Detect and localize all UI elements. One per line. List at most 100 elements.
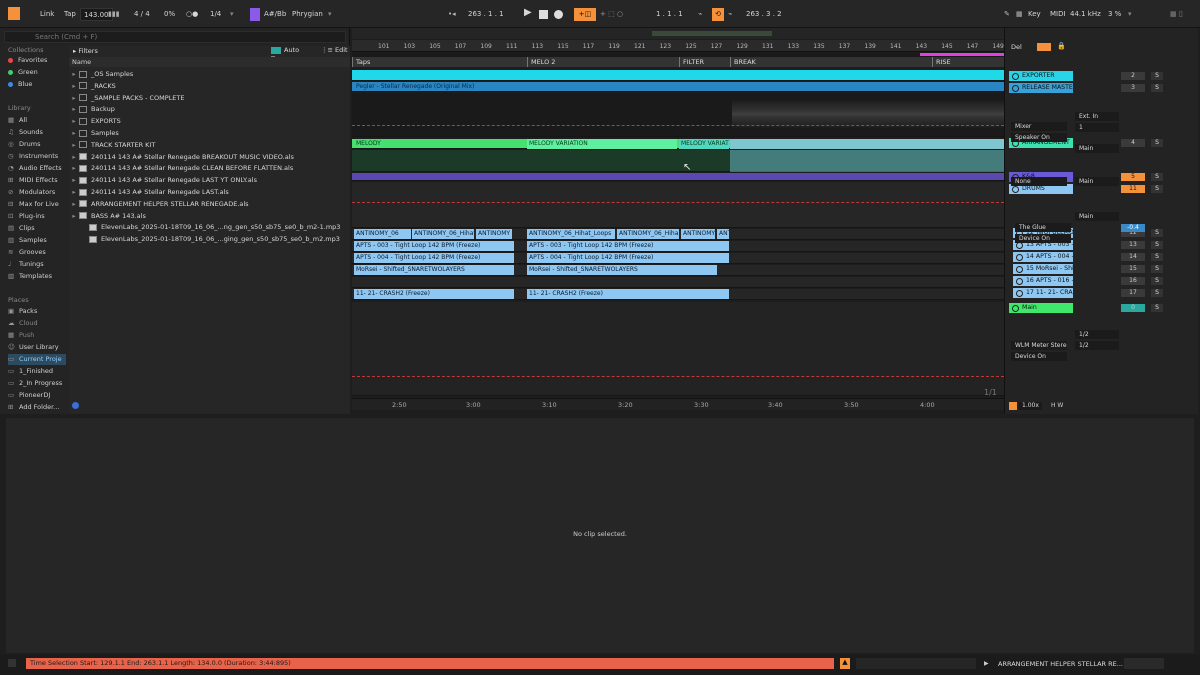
track-number[interactable]: 3: [1121, 84, 1145, 92]
library-plugins[interactable]: ⊡ Plug-ins: [8, 211, 66, 222]
track-number[interactable]: 4: [1121, 139, 1145, 147]
track-number[interactable]: 15: [1121, 265, 1145, 273]
track-number[interactable]: 14: [1121, 253, 1145, 261]
file-item[interactable]: ▸ Samples: [69, 128, 350, 140]
file-item[interactable]: ▸ BASS A# 143.als: [69, 211, 350, 223]
routing-main-in[interactable]: 1/2: [1075, 341, 1119, 350]
drum-clip[interactable]: APTS - 003 - Tight Loop 142 BPM (Freeze): [527, 241, 729, 251]
library-max-for-live[interactable]: ⊟ Max for Live: [8, 199, 66, 210]
locator[interactable]: FILTER: [679, 57, 704, 67]
track-number[interactable]: 13: [1121, 241, 1145, 249]
track-lane-drum-clip[interactable]: APTS - 004 - Tight Loop 142 BPM (Freeze)…: [352, 253, 1004, 264]
collection-blue[interactable]: Blue: [8, 79, 66, 90]
overview-icon[interactable]: ▦ ▯: [1170, 8, 1183, 21]
live-logo-icon[interactable]: [8, 7, 20, 20]
track-lane-drum-clip[interactable]: 11- 21- CRASH2 (Freeze) 11- 21- CRASH2 (F…: [352, 289, 1004, 300]
track-lane-exporter[interactable]: [352, 70, 1004, 81]
auto-tags-button[interactable]: Auto Tags: [271, 46, 313, 63]
expand-chevron-icon[interactable]: ▸: [69, 187, 79, 199]
drum-clip[interactable]: APTS - 004 - Tight Loop 142 BPM (Freeze): [527, 253, 729, 263]
track-lane-drums[interactable]: [352, 182, 1004, 228]
key-map-button[interactable]: Key: [1028, 8, 1041, 21]
drum-clip[interactable]: 11- 21- CRASH2 (Freeze): [354, 289, 514, 299]
solo-button[interactable]: S: [1151, 277, 1163, 285]
device-on-main[interactable]: Device On: [1011, 352, 1067, 361]
routing-main-3[interactable]: Main: [1075, 212, 1119, 221]
library-clips[interactable]: ▤ Clips: [8, 223, 66, 234]
record-icon[interactable]: [554, 10, 563, 19]
expand-chevron-icon[interactable]: ▸: [69, 152, 79, 164]
track-lane-midi-notes[interactable]: [352, 150, 1004, 172]
mixer-track-header[interactable]: EXPORTER: [1009, 71, 1073, 81]
audio-clip[interactable]: Pegler - Stellar Renegade (Original Mix): [354, 82, 654, 92]
place-cloud[interactable]: ☁ Cloud: [8, 318, 66, 329]
mixer-track-header[interactable]: 16 APTS - 016 -: [1013, 276, 1073, 286]
punch-out-icon[interactable]: ⌁: [728, 8, 732, 21]
drum-clip[interactable]: ANTINOMY_06_Hihat_Loops: [527, 229, 615, 239]
quantize-chevron-icon[interactable]: ▾: [230, 8, 234, 21]
library-sounds[interactable]: ♫ Sounds: [8, 127, 66, 138]
punch-in-icon[interactable]: ⌁: [698, 8, 702, 21]
library-instruments[interactable]: ◷ Instruments: [8, 151, 66, 162]
drum-clip[interactable]: ANTINOMY_06: [354, 229, 411, 239]
link-button[interactable]: Link: [40, 8, 54, 21]
file-item[interactable]: ▸ EXPORTS: [69, 116, 350, 128]
library-templates[interactable]: ▧ Templates: [8, 271, 66, 282]
file-item[interactable]: ▸ _OS Samples: [69, 69, 350, 81]
library-grooves[interactable]: ≋ Grooves: [8, 247, 66, 258]
routing-main-2[interactable]: Main: [1075, 177, 1119, 186]
solo-button[interactable]: S: [1151, 84, 1163, 92]
device-on[interactable]: Device On: [1015, 234, 1071, 243]
overview-visible-region[interactable]: [652, 31, 772, 36]
solo-button[interactable]: S: [1151, 185, 1163, 193]
library-samples[interactable]: ▥ Samples: [8, 235, 66, 246]
file-item[interactable]: ▸ ARRANGEMENT HELPER STELLAR RENEGADE.als: [69, 199, 350, 211]
track-lane-drum-clip[interactable]: MoRsei - Shifted_SNARETWOLAYERS MoRsei - …: [352, 265, 1004, 276]
device-the-glue[interactable]: The Glue: [1015, 223, 1071, 232]
track-lane-empty[interactable]: [352, 302, 1004, 396]
routing-main-1[interactable]: Main: [1075, 144, 1119, 153]
warning-icon[interactable]: ▲: [840, 658, 850, 669]
scale-chevron-icon[interactable]: ▾: [328, 8, 332, 21]
time-signature-field[interactable]: 4 / 4: [134, 8, 150, 21]
expand-chevron-icon[interactable]: ▸: [69, 69, 79, 81]
loop-brace[interactable]: [920, 53, 1004, 56]
loop-length-field[interactable]: 263 . 3 . 2: [746, 8, 782, 21]
delete-button[interactable]: Del: [1011, 43, 1022, 51]
track-lane-drum-clip[interactable]: APTS - 003 - Tight Loop 142 BPM (Freeze)…: [352, 241, 1004, 252]
library-tunings[interactable]: ♩ Tunings: [8, 259, 66, 270]
automation-arm-icon[interactable]: + ⬚ ○: [600, 8, 623, 21]
follow-icon[interactable]: •◂: [448, 8, 456, 21]
expand-chevron-icon[interactable]: ▸: [69, 140, 79, 152]
name-column-header[interactable]: Name: [69, 57, 350, 67]
drum-clip[interactable]: ANTINOMY_06_Hihat: [412, 229, 474, 239]
routing-input[interactable]: 1: [1075, 123, 1119, 132]
expand-chevron-icon[interactable]: ▸: [69, 199, 79, 211]
expand-chevron-icon[interactable]: ▸: [69, 81, 79, 93]
status-toggle-icon[interactable]: [8, 659, 16, 667]
place-finished[interactable]: ▭ 1_Finished: [8, 366, 66, 377]
file-item[interactable]: ▸ _SAMPLE PACKS - COMPLETE: [69, 93, 350, 105]
keyboard-icon[interactable]: ▦: [1016, 8, 1023, 21]
place-current-project[interactable]: ▭ Current Proje: [8, 354, 66, 365]
midi-map-button[interactable]: MIDI: [1050, 8, 1066, 21]
solo-button[interactable]: S: [1151, 265, 1163, 273]
solo-button[interactable]: S: [1151, 289, 1163, 297]
file-item[interactable]: ▸ 240114 143 A# Stellar Renegade BREAKOUT…: [69, 152, 350, 164]
expand-chevron-icon[interactable]: ▸: [69, 104, 79, 116]
library-midi-effects[interactable]: ⊞ MIDI Effects: [8, 175, 66, 186]
solo-button[interactable]: S: [1151, 173, 1163, 181]
drum-clip[interactable]: MoRsei - Shifted_SNARETWOLAYERS: [354, 265, 514, 275]
track-number[interactable]: 16: [1121, 277, 1145, 285]
draw-mode-icon[interactable]: ✎: [1004, 8, 1010, 21]
drum-clip[interactable]: ANTINOMY: [681, 229, 715, 239]
drum-clip[interactable]: APTS - 003 - Tight Loop 142 BPM (Freeze): [354, 241, 514, 251]
stop-icon[interactable]: [539, 10, 548, 19]
melody-variation-clip-2[interactable]: MELODY VARIAT: [679, 139, 729, 149]
drum-clip[interactable]: 11- 21- CRASH2 (Freeze): [527, 289, 729, 299]
add-item-icon[interactable]: [72, 402, 79, 409]
cpu-chevron-icon[interactable]: ▾: [1128, 8, 1132, 21]
mixer-track-header[interactable]: 15 MoRsei - Shi: [1013, 264, 1073, 274]
selected-range[interactable]: [730, 139, 1004, 149]
expand-chevron-icon[interactable]: ▸: [69, 175, 79, 187]
